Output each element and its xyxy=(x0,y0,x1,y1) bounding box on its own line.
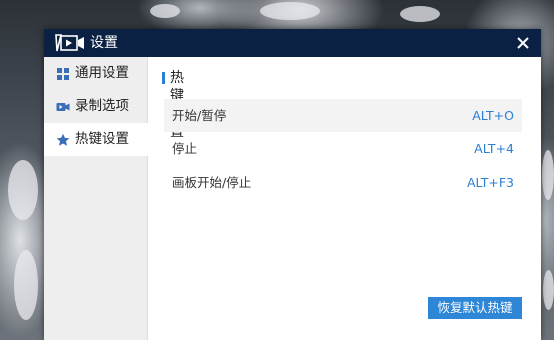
dialog-title: 设置 xyxy=(90,35,118,51)
hotkey-settings-panel: 热键设置 开始/暂停 ALT+O 停止 ALT+4 画板开始/停止 ALT+F3… xyxy=(148,57,541,340)
sidebar-item-general[interactable]: 通用设置 xyxy=(44,57,147,90)
sidebar-item-label: 通用设置 xyxy=(75,65,129,81)
video-camera-icon xyxy=(55,34,84,52)
settings-dialog: 设置 通用设置 录制选项 热键设置 热键 置 开始/暂停 ALT+O 停止 AL… xyxy=(44,29,541,340)
sidebar-item-hotkeys[interactable]: 热键设置 xyxy=(44,123,148,156)
hotkey-name: 开始/暂停 xyxy=(172,108,227,123)
close-button[interactable] xyxy=(513,32,533,54)
hotkey-name: 停止 xyxy=(172,141,198,156)
video-icon xyxy=(56,103,70,111)
star-icon xyxy=(56,133,70,146)
restore-default-hotkeys-button[interactable]: 恢复默认热键 xyxy=(428,297,522,319)
sidebar-item-recording[interactable]: 录制选项 xyxy=(44,90,147,123)
hotkey-row-board-start-stop[interactable]: 画板开始/停止 ALT+F3 xyxy=(164,166,522,199)
hotkey-row-stop[interactable]: 停止 ALT+4 xyxy=(164,132,522,165)
sidebar-item-label: 热键设置 xyxy=(75,131,129,147)
settings-sidebar: 通用设置 录制选项 热键设置 xyxy=(44,57,148,340)
hotkey-name: 画板开始/停止 xyxy=(172,175,252,190)
close-icon xyxy=(517,37,529,49)
hotkey-value[interactable]: ALT+4 xyxy=(474,141,514,156)
hotkey-value[interactable]: ALT+O xyxy=(472,108,514,123)
hotkey-value[interactable]: ALT+F3 xyxy=(467,175,514,190)
title-bar[interactable]: 设置 xyxy=(44,29,541,57)
sidebar-item-label: 录制选项 xyxy=(75,98,129,114)
hotkey-row-start-pause[interactable]: 开始/暂停 ALT+O xyxy=(164,99,522,132)
section-marker xyxy=(162,72,165,84)
grid-icon xyxy=(57,68,69,80)
